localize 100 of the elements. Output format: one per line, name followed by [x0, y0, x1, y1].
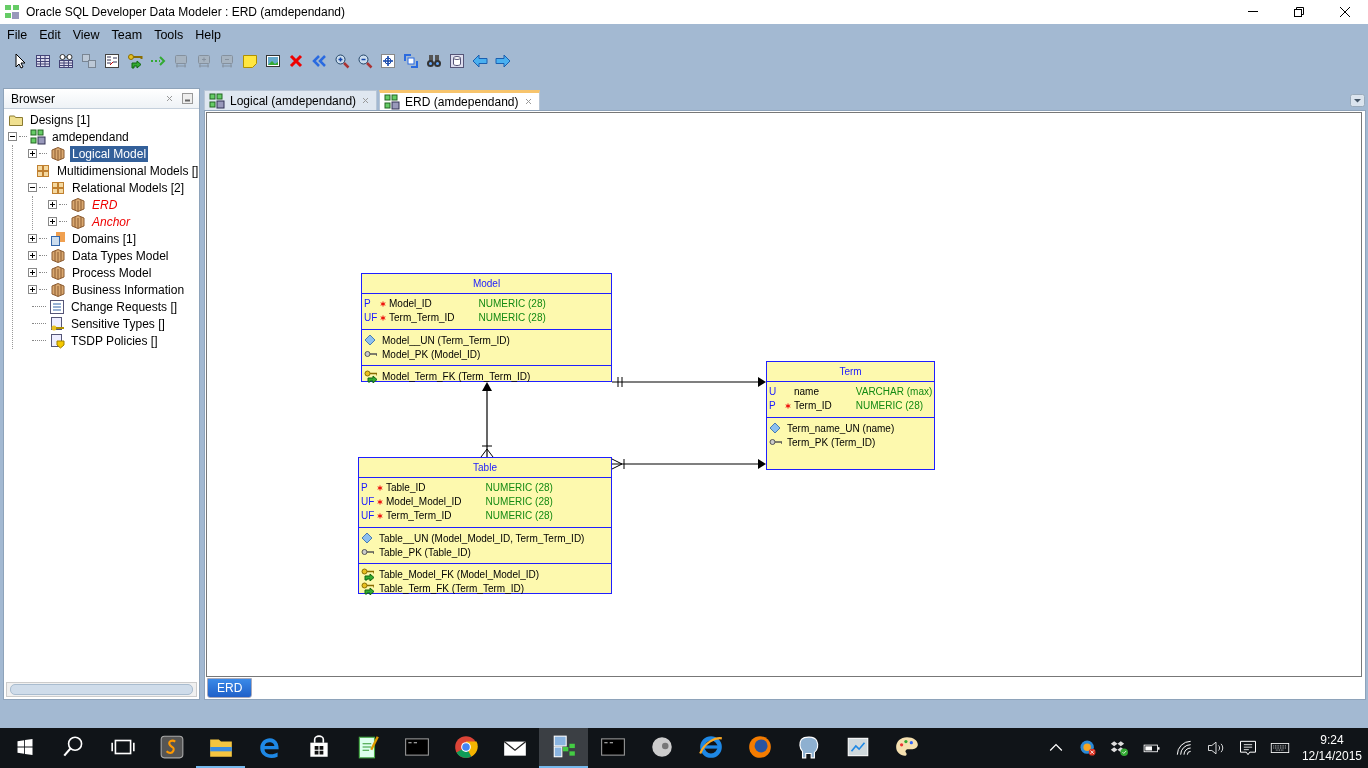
tree-item[interactable]: TSDP Policies []: [69, 332, 160, 349]
constraint-label: Model_Term_FK (Term_Term_ID): [382, 370, 531, 382]
key-flag-label: UF: [361, 509, 376, 523]
editor-tab[interactable]: Logical (amdependand): [204, 90, 378, 110]
tree-item[interactable]: Business Information: [70, 281, 187, 298]
diamond-icon: [364, 334, 377, 346]
merge-icon[interactable]: [104, 53, 120, 69]
cube-icon: [70, 196, 86, 213]
mandatory-icon: [785, 403, 791, 409]
diagram-tab[interactable]: ERD: [207, 678, 253, 698]
key-icon: [361, 546, 374, 558]
dropdown-icon[interactable]: [1350, 94, 1365, 107]
key-icon: [364, 348, 377, 360]
entity-box[interactable]: Model P Model_ID NUMERIC (28) UF Term_Term_ID NUMERIC (28) Model__UN (Term_Term_ID) Model_PK (Model_ID) Model_Term_FK (Term_Term_ID): [361, 273, 612, 382]
expand-toggle-icon[interactable]: [28, 234, 37, 243]
arrow-right-icon[interactable]: [495, 53, 511, 69]
expand-toggle-icon[interactable]: [28, 149, 37, 158]
tree-item[interactable]: Domains [1]: [70, 230, 139, 247]
tree-item[interactable]: Anchor: [90, 213, 133, 230]
table-icon[interactable]: [35, 53, 51, 69]
cube-icon: [50, 145, 66, 162]
notification-icon[interactable]: [1237, 738, 1258, 758]
tree-item[interactable]: Sensitive Types []: [69, 315, 167, 332]
cube-icon: [50, 247, 66, 264]
tree-item[interactable]: Designs [1]: [28, 111, 93, 128]
constraint-label: Model__UN (Term_Term_ID): [382, 334, 510, 346]
restore-icon[interactable]: [1293, 6, 1305, 18]
menu-item[interactable]: Help: [189, 28, 228, 42]
menu-item[interactable]: View: [66, 28, 106, 42]
column-type: NUMERIC (28): [485, 481, 553, 495]
column-name: name: [794, 385, 820, 399]
expand-toggle-icon[interactable]: [48, 200, 57, 209]
column-type: NUMERIC (28): [855, 399, 925, 413]
text-editor-icon: [158, 734, 185, 760]
mandatory-icon: [380, 315, 386, 321]
key-icon: [769, 436, 782, 448]
grid-icon: [35, 162, 51, 179]
foreign-key-icon[interactable]: [127, 53, 143, 69]
key-flag-label: UF: [364, 311, 379, 325]
column-name: Table_ID: [386, 481, 427, 495]
binoculars-icon[interactable]: [426, 53, 442, 69]
cube-icon: [50, 281, 66, 298]
database-icon[interactable]: [449, 53, 465, 69]
tree-item[interactable]: Process Model: [70, 264, 154, 281]
menu-item[interactable]: File: [1, 28, 34, 42]
zoom-out-icon[interactable]: [357, 53, 373, 69]
editor-tab[interactable]: ERD (amdependand): [379, 90, 540, 110]
pointer-icon[interactable]: [12, 53, 28, 69]
tree-item[interactable]: Logical Model: [70, 145, 149, 162]
menu-item[interactable]: Team: [105, 28, 149, 42]
entity-title: Table: [473, 462, 497, 473]
tree-item[interactable]: Relational Models [2]: [70, 179, 187, 196]
resize-icon[interactable]: [403, 53, 419, 69]
constraint-label: Table_Model_FK (Model_Model_ID): [379, 568, 540, 580]
expand-toggle-icon[interactable]: [28, 285, 37, 294]
clock-time: 9:24: [1320, 732, 1344, 748]
tree-item[interactable]: Data Types Model: [70, 247, 171, 264]
constraint-label: Term_name_UN (name): [787, 422, 895, 434]
domains-icon: [50, 230, 66, 247]
taskbar-button[interactable]: [539, 728, 588, 768]
fit-icon[interactable]: [380, 53, 396, 69]
view-icon[interactable]: [58, 53, 74, 69]
scrollbar-thumb[interactable]: [10, 684, 193, 695]
arrow-left-icon[interactable]: [472, 53, 488, 69]
collapse-toggle-icon[interactable]: [8, 132, 17, 141]
diamond-icon: [361, 532, 374, 544]
entity-box[interactable]: Term U name VARCHAR (max) P Term_ID NUMERIC (28) Term_name_UN (name) Term_PK (Term_ID): [766, 361, 935, 470]
zoom-in-icon[interactable]: [334, 53, 350, 69]
tree-item[interactable]: Change Requests []: [69, 298, 180, 315]
mandatory-icon: [377, 485, 383, 491]
entity-box[interactable]: [358, 457, 612, 594]
column-name: Model_ID: [389, 297, 433, 311]
diamond-icon: [769, 422, 782, 434]
tree-item[interactable]: ERD: [90, 196, 120, 213]
horizontal-scrollbar[interactable]: [6, 682, 197, 697]
entity-title: Model: [472, 278, 501, 289]
picture-icon[interactable]: [265, 53, 281, 69]
collapse-toggle-icon[interactable]: [28, 183, 37, 192]
expand-toggle-icon[interactable]: [28, 268, 37, 277]
chrome-icon: [452, 734, 479, 760]
column-type: NUMERIC (28): [478, 311, 546, 325]
tree-item[interactable]: amdependand: [50, 128, 131, 145]
expand-toggle-icon[interactable]: [48, 217, 57, 226]
close-icon[interactable]: [1339, 6, 1351, 18]
key-flag-label: P: [769, 399, 777, 413]
shield-icon: [49, 332, 65, 349]
panel-title: Browser: [11, 91, 56, 106]
key-flag-label: P: [364, 297, 372, 311]
key-arrow-icon: [361, 567, 374, 581]
tree-item[interactable]: Multidimensional Models []: [55, 162, 199, 179]
app-logo-icon: [4, 4, 20, 20]
mandatory-icon: [377, 513, 383, 519]
menu-item[interactable]: Edit: [33, 28, 67, 42]
menu-item[interactable]: Tools: [148, 28, 190, 42]
cube-icon: [70, 213, 86, 230]
mandatory-icon: [377, 499, 383, 505]
column-type: NUMERIC (28): [485, 495, 553, 509]
key-arrow-icon: [364, 369, 377, 383]
expand-toggle-icon[interactable]: [28, 251, 37, 260]
column-type: VARCHAR (max): [855, 385, 933, 399]
